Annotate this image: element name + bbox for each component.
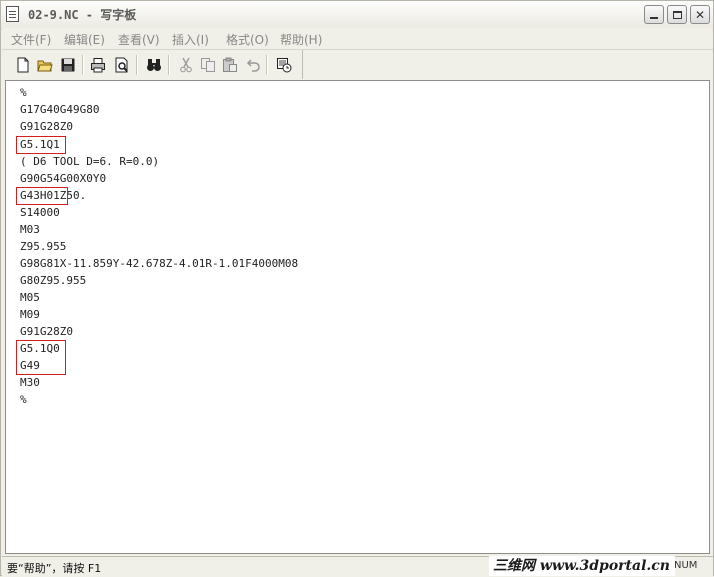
menu-insert[interactable]: 插入(I) <box>172 31 209 48</box>
code-line: M09 <box>20 308 40 321</box>
open-folder-icon <box>36 60 53 71</box>
toolbar-separator <box>266 55 268 75</box>
paste-button[interactable] <box>221 56 238 73</box>
toolbar-separator <box>82 55 84 75</box>
code-line: G80Z95.955 <box>20 274 87 287</box>
code-line: G98G81X-11.859Y-42.678Z-4.01R-1.01F4000M… <box>20 257 299 270</box>
maximize-button[interactable] <box>667 5 687 24</box>
close-icon: ✕ <box>694 7 706 22</box>
code-line: G90G54G00X0Y0 <box>20 172 107 185</box>
status-help-text: 要“帮助”，请按 F1 <box>7 562 102 575</box>
toolbar <box>2 50 303 79</box>
code-line: M03 <box>20 223 40 236</box>
calendar-clock-icon <box>276 57 291 72</box>
menu-format[interactable]: 格式(O) <box>226 31 269 48</box>
title-bar[interactable]: 02-9.NC - 写字板 ✕ <box>1 1 713 29</box>
print-preview-button[interactable] <box>113 56 130 73</box>
code-line: ( D6 TOOL D=6. R=0.0) <box>20 155 160 168</box>
code-line: S14000 <box>20 206 60 219</box>
print-icon <box>90 57 105 72</box>
find-button[interactable] <box>145 56 162 73</box>
minimize-button[interactable] <box>644 5 664 24</box>
code-line: G91G28Z0 <box>20 120 73 133</box>
minimize-icon <box>650 17 658 19</box>
code-line: % <box>20 86 27 99</box>
copy-icon <box>200 57 215 72</box>
menu-bar: 文件(F) 编辑(E) 查看(V) 插入(I) 格式(O) 帮助(H) <box>2 28 713 50</box>
window-title: 02-9.NC - 写字板 <box>28 8 137 22</box>
code-line: G91G28Z0 <box>20 325 73 338</box>
save-button[interactable] <box>59 56 76 73</box>
highlight-box-g5-1q0-g49 <box>16 340 66 375</box>
binoculars-icon <box>146 58 161 71</box>
scissors-icon <box>179 57 192 72</box>
menu-file[interactable]: 文件(F) <box>11 31 51 48</box>
code-line: M30 <box>20 376 40 389</box>
cut-button[interactable] <box>177 56 194 73</box>
wordpad-document-icon[interactable] <box>6 6 19 22</box>
code-line: G17G40G49G80 <box>20 103 100 116</box>
print-button[interactable] <box>89 56 106 73</box>
undo-icon <box>246 58 260 72</box>
print-preview-icon <box>115 57 128 72</box>
code-line: Z95.955 <box>20 240 67 253</box>
menu-help[interactable]: 帮助(H) <box>280 31 322 48</box>
insert-date-time-button[interactable] <box>275 56 292 73</box>
code-line: M05 <box>20 291 40 304</box>
menu-edit[interactable]: 编辑(E) <box>64 31 105 48</box>
document-editor[interactable]: % G17G40G49G80 G91G28Z0 G5.1Q1 ( D6 TOOL… <box>5 80 710 554</box>
menu-view[interactable]: 查看(V) <box>118 31 160 48</box>
toolbar-separator <box>168 55 170 75</box>
maximize-icon <box>672 10 682 19</box>
new-document-button[interactable] <box>14 56 31 73</box>
paste-icon <box>222 57 237 72</box>
open-button[interactable] <box>36 56 53 73</box>
close-button[interactable]: ✕ <box>690 5 710 24</box>
undo-button[interactable] <box>244 56 261 73</box>
highlight-box-g5-1q1 <box>16 136 66 154</box>
highlight-box-g43h01 <box>16 187 68 205</box>
new-document-icon <box>17 57 28 72</box>
wordpad-window: 02-9.NC - 写字板 ✕ 文件(F) 编辑(E) 查看(V) 插入(I) … <box>0 0 714 577</box>
watermark: 三维网 www.3dportal.cn <box>489 556 675 576</box>
code-line: % <box>20 393 27 406</box>
save-icon <box>61 58 74 71</box>
copy-button[interactable] <box>199 56 216 73</box>
toolbar-separator <box>136 55 138 75</box>
num-lock-indicator: NUM <box>674 560 698 571</box>
